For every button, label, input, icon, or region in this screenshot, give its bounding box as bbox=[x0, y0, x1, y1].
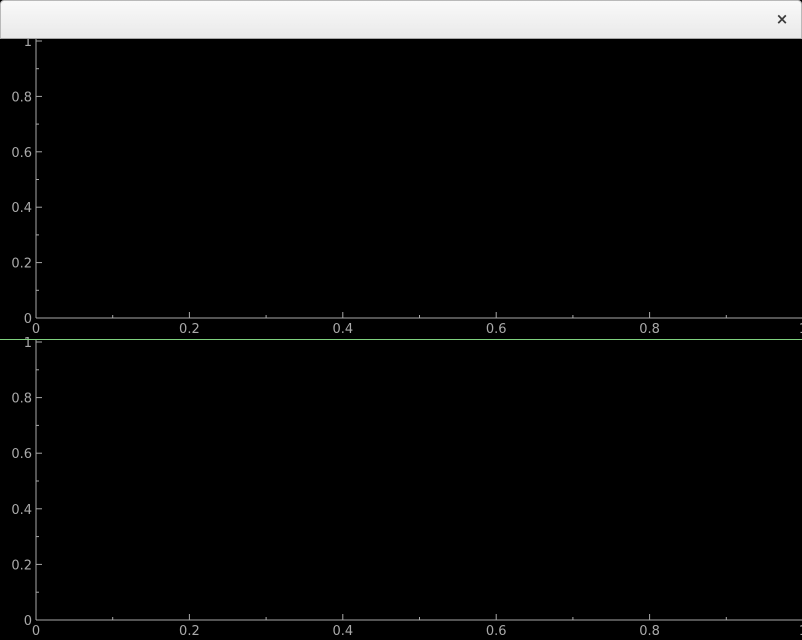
panel-1-y-tick-label: 0 bbox=[24, 312, 32, 327]
panel-1-x-tick-label: 0 bbox=[32, 322, 40, 337]
panel-2-x-tick-label: 0.6 bbox=[486, 624, 507, 639]
panel-2-y-tick-label: 0 bbox=[24, 614, 32, 629]
window-titlebar[interactable]: × bbox=[0, 0, 802, 39]
panel-2-y-tick-label: 0.8 bbox=[11, 392, 32, 407]
panel-1-y-tick-label: 0.6 bbox=[11, 146, 32, 161]
panel-2-y-tick-label: 0.4 bbox=[11, 503, 32, 518]
panel-1-y-tick-label: 0.8 bbox=[11, 90, 32, 105]
panel-1-y-tick-label: 1 bbox=[24, 39, 32, 50]
panel-2-x-tick-label: 0.4 bbox=[332, 624, 353, 639]
panel-1-x-tick-label: 0.4 bbox=[332, 322, 353, 337]
panel-1-y-tick-label: 0.2 bbox=[11, 257, 32, 272]
panel-1-x-tick-label: 0.8 bbox=[639, 322, 660, 337]
panel-2-x-tick-label: 0.8 bbox=[639, 624, 660, 639]
plot-area: 00.20.40.60.8100.20.40.60.8100.20.40.60.… bbox=[0, 35, 802, 640]
panel-2-y-tick-label: 1 bbox=[24, 336, 32, 351]
panel-1-y-tick-label: 0.4 bbox=[11, 201, 32, 216]
panel-1-x-tick-label: 0.2 bbox=[179, 322, 200, 337]
panel-2-x-tick-label: 0 bbox=[32, 624, 40, 639]
close-icon[interactable]: × bbox=[773, 10, 791, 28]
panel-1-x-tick-label: 0.6 bbox=[486, 322, 507, 337]
panel-2-x-tick-label: 0.2 bbox=[179, 624, 200, 639]
plot-window: × 00.20.40.60.8100.20.40.60.8100.20.40.6… bbox=[0, 0, 802, 640]
plots-canvas: 00.20.40.60.8100.20.40.60.8100.20.40.60.… bbox=[0, 35, 802, 639]
panel-2-y-tick-label: 0.2 bbox=[11, 558, 32, 573]
panel-2-y-tick-label: 0.6 bbox=[11, 447, 32, 462]
